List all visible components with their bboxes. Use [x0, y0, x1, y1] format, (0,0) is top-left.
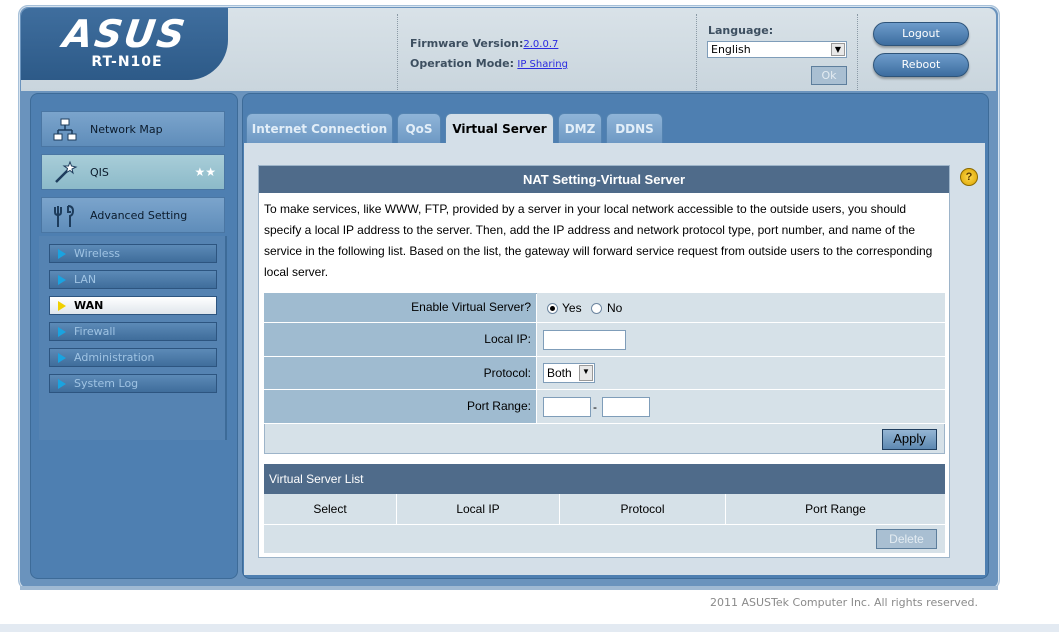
tab-qos[interactable]: QoS: [397, 113, 441, 143]
enable-yes-radio[interactable]: [547, 303, 558, 314]
network-map-icon: [53, 118, 77, 141]
sidebar-item-lan[interactable]: LAN: [49, 270, 217, 289]
yes-label: Yes: [562, 301, 582, 315]
tab-internet-connection[interactable]: Internet Connection: [246, 113, 393, 143]
no-label: No: [607, 301, 623, 315]
header-divider: [857, 14, 858, 90]
sidebar-item-wireless[interactable]: Wireless: [49, 244, 217, 263]
panel-description: To make services, like WWW, FTP, provide…: [264, 202, 933, 279]
tab-virtual-server[interactable]: Virtual Server: [445, 113, 554, 143]
sidebar-item-qis[interactable]: QIS ★★: [41, 154, 225, 190]
triangle-right-icon: [58, 275, 66, 285]
sidebar-item-label: LAN: [74, 273, 97, 286]
chevron-down-icon: ▼: [579, 365, 593, 381]
sidebar-item-advanced-setting[interactable]: Advanced Setting: [41, 197, 225, 233]
apply-button[interactable]: Apply: [882, 429, 937, 450]
sidebar-item-label: Firewall: [74, 325, 116, 338]
form-value: -: [537, 390, 945, 424]
form-value: Both ▼: [537, 357, 945, 390]
column-header-port-range: Port Range: [726, 494, 945, 524]
language-select[interactable]: English ▼: [707, 41, 847, 58]
column-header-protocol: Protocol: [560, 494, 726, 524]
language-label: Language:: [708, 24, 774, 37]
reboot-button[interactable]: Reboot: [873, 53, 969, 77]
form-row-local-ip: Local IP:: [264, 323, 945, 357]
help-icon[interactable]: ?: [960, 168, 978, 186]
column-header-select: Select: [264, 494, 397, 524]
enable-no-radio[interactable]: [591, 303, 602, 314]
language-value: English: [711, 43, 751, 56]
sidebar-item-label: Administration: [74, 351, 155, 364]
language-ok-button[interactable]: Ok: [811, 66, 847, 85]
delete-button[interactable]: Delete: [876, 529, 937, 549]
sidebar-item-wan[interactable]: WAN: [49, 296, 217, 315]
tools-icon: [54, 205, 75, 227]
sidebar-item-administration[interactable]: Administration: [49, 348, 217, 367]
protocol-value: Both: [547, 366, 572, 380]
port-range-label: Port Range:: [264, 390, 536, 424]
sidebar-item-label: System Log: [74, 377, 139, 390]
sidebar-item-label: QIS: [90, 166, 109, 179]
sidebar-item-label: Wireless: [74, 247, 121, 260]
operation-mode-link[interactable]: IP Sharing: [517, 59, 568, 70]
sidebar-item-system-log[interactable]: System Log: [49, 374, 217, 393]
triangle-right-icon: [58, 249, 66, 259]
asus-logo: ASUS: [60, 12, 190, 56]
panel-title: NAT Setting-Virtual Server: [259, 166, 949, 193]
model-name: RT-N10E: [91, 54, 163, 70]
form-row-protocol: Protocol: Both ▼: [264, 357, 945, 390]
sparkle-icon: ★★: [194, 165, 216, 179]
protocol-select[interactable]: Both ▼: [543, 363, 595, 383]
copyright-text: 2011 ASUSTek Computer Inc. All rights re…: [710, 596, 978, 609]
sidebar-item-label: Advanced Setting: [90, 209, 188, 222]
form-row-enable: Enable Virtual Server? Yes No: [264, 293, 945, 323]
header-divider: [696, 14, 697, 90]
triangle-right-icon: [58, 327, 66, 337]
protocol-label: Protocol:: [264, 357, 536, 390]
operation-mode-info: Operation Mode: IP Sharing: [410, 56, 568, 70]
form-value: [537, 323, 945, 357]
bottom-strip: [0, 624, 1059, 632]
local-ip-label: Local IP:: [264, 323, 536, 357]
apply-row: [264, 424, 945, 454]
magic-wand-icon: [55, 160, 78, 183]
form-value: Yes No: [537, 293, 945, 323]
tab-dmz[interactable]: DMZ: [558, 113, 602, 143]
logout-button[interactable]: Logout: [873, 22, 969, 46]
tab-ddns[interactable]: DDNS: [606, 113, 663, 143]
column-header-local-ip: Local IP: [397, 494, 560, 524]
header-divider: [397, 14, 398, 90]
virtual-server-list-title: Virtual Server List: [264, 464, 945, 494]
list-footer-row: [264, 524, 945, 553]
footer-bar: [20, 586, 998, 590]
port-from-input[interactable]: [543, 397, 591, 417]
local-ip-input[interactable]: [543, 330, 626, 350]
firmware-label: Firmware Version:: [410, 37, 524, 50]
port-to-input[interactable]: [602, 397, 650, 417]
enable-virtual-server-label: Enable Virtual Server?: [264, 293, 536, 323]
triangle-right-icon: [58, 301, 66, 311]
form-row-port-range: Port Range: -: [264, 390, 945, 424]
firmware-info: Firmware Version:2.0.0.7: [410, 36, 558, 50]
sidebar-item-firewall[interactable]: Firewall: [49, 322, 217, 341]
chevron-down-icon: ▼: [831, 43, 845, 56]
firmware-version-link[interactable]: 2.0.0.7: [523, 39, 558, 50]
sidebar-item-label: WAN: [74, 299, 104, 312]
sidebar-item-network-map[interactable]: Network Map: [41, 111, 225, 147]
sidebar-item-label: Network Map: [90, 123, 163, 136]
port-separator: -: [593, 400, 597, 414]
triangle-right-icon: [58, 353, 66, 363]
operation-mode-label: Operation Mode:: [410, 57, 515, 70]
triangle-right-icon: [58, 379, 66, 389]
